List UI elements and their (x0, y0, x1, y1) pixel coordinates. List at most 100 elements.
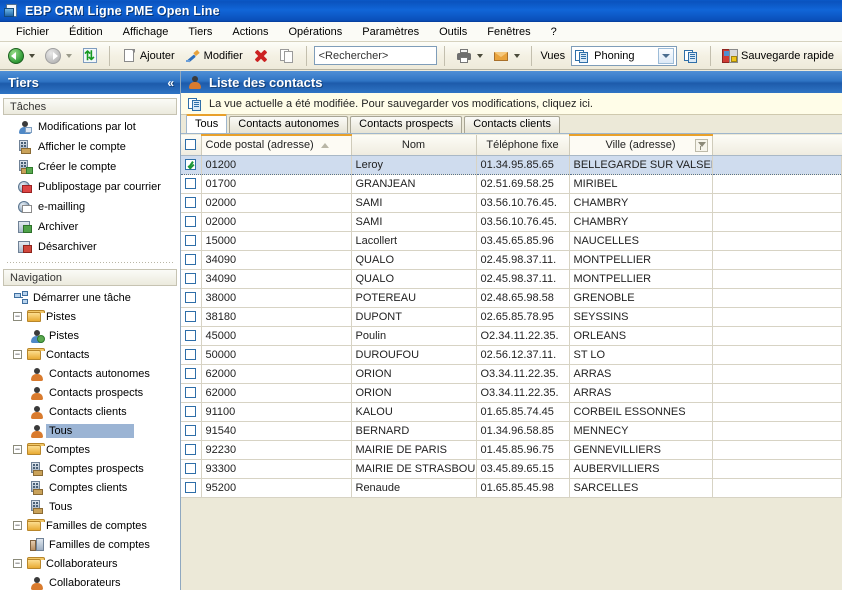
sidebar-item-collaborateurs-folder[interactable]: − Collaborateurs (3, 554, 177, 573)
column-header-ville[interactable]: Ville (adresse) (569, 135, 712, 155)
row-checkbox[interactable] (185, 406, 196, 417)
column-header-telephone-fixe[interactable]: Téléphone fixe (476, 135, 569, 155)
back-button[interactable] (4, 45, 39, 67)
menu-edition[interactable]: Édition (59, 24, 113, 40)
row-checkbox[interactable] (185, 178, 196, 189)
row-checkbox[interactable] (185, 444, 196, 455)
expander-minus-icon[interactable]: − (13, 559, 22, 568)
menu-operations[interactable]: Opérations (278, 24, 352, 40)
sidebar-item-pistes[interactable]: Pistes (3, 326, 177, 345)
table-row[interactable]: 01700 GRANJEAN 02.51.69.58.25 MIRIBEL (181, 174, 842, 193)
row-checkbox-cell[interactable] (181, 155, 201, 174)
sidebar-item-contacts-prospects[interactable]: Contacts prospects (3, 383, 177, 402)
menu-help[interactable]: ? (541, 24, 567, 40)
row-checkbox[interactable] (185, 311, 196, 322)
table-row[interactable]: 15000 Lacollert 03.45.65.85.96 NAUCELLES (181, 231, 842, 250)
column-header-code-postal[interactable]: Code postal (adresse) (201, 135, 351, 155)
menu-fenetres[interactable]: Fenêtres (477, 24, 540, 40)
row-checkbox-cell[interactable] (181, 174, 201, 193)
table-row[interactable]: 91100 KALOU 01.65.85.74.45 CORBEIL ESSON… (181, 402, 842, 421)
row-checkbox-cell[interactable] (181, 250, 201, 269)
sidebar-task-creer-le-compte[interactable]: Créer le compte (3, 157, 177, 177)
print-dropdown-caret[interactable] (477, 54, 483, 58)
table-row[interactable]: 34090 QUALO 02.45.98.37.11. MONTPELLIER (181, 269, 842, 288)
forward-button[interactable] (41, 45, 76, 67)
tab-contacts-clients[interactable]: Contacts clients (464, 116, 560, 133)
modify-button[interactable]: Modifier (181, 45, 247, 67)
expander-minus-icon[interactable]: − (13, 445, 22, 454)
mail-button[interactable] (489, 45, 524, 67)
table-row[interactable]: 93300 MAIRIE DE STRASBOURG 03.45.89.65.1… (181, 459, 842, 478)
view-modified-notice[interactable]: La vue actuelle a été modifiée. Pour sau… (181, 93, 842, 115)
sidebar-item-pistes-folder[interactable]: − Pistes (3, 307, 177, 326)
expander-minus-icon[interactable]: − (13, 312, 22, 321)
table-row[interactable]: 62000 ORION O3.34.11.22.35. ARRAS (181, 383, 842, 402)
row-checkbox[interactable] (185, 330, 196, 341)
table-row[interactable]: 01200 Leroy 01.34.95.85.65 BELLEGARDE SU… (181, 155, 842, 174)
row-checkbox[interactable] (185, 197, 196, 208)
row-checkbox[interactable] (185, 425, 196, 436)
row-checkbox-cell[interactable] (181, 383, 201, 402)
table-row[interactable]: 38000 POTEREAU 02.48.65.98.58 GRENOBLE (181, 288, 842, 307)
row-checkbox[interactable] (185, 159, 196, 170)
sidebar-task-desarchiver[interactable]: Désarchiver (3, 237, 177, 257)
menu-actions[interactable]: Actions (222, 24, 278, 40)
row-checkbox-cell[interactable] (181, 231, 201, 250)
mail-dropdown-caret[interactable] (514, 54, 520, 58)
sidebar-task-e-mailling[interactable]: e-mailling (3, 197, 177, 217)
row-checkbox[interactable] (185, 216, 196, 227)
row-checkbox-cell[interactable] (181, 421, 201, 440)
table-row[interactable]: 45000 Poulin O2.34.11.22.35. ORLEANS (181, 326, 842, 345)
column-header-nom[interactable]: Nom (351, 135, 476, 155)
sidebar-task-modifications-par-lot[interactable]: Modifications par lot (3, 117, 177, 137)
collapse-chevrons-icon[interactable]: « (167, 76, 174, 90)
tab-contacts-prospects[interactable]: Contacts prospects (350, 116, 462, 133)
sidebar-item-familles-de-comptes[interactable]: Familles de comptes (3, 535, 177, 554)
forward-dropdown-caret[interactable] (66, 54, 72, 58)
row-checkbox-cell[interactable] (181, 364, 201, 383)
row-checkbox-cell[interactable] (181, 345, 201, 364)
expander-minus-icon[interactable]: − (13, 350, 22, 359)
sidebar-item-tous-contacts[interactable]: Tous (3, 421, 177, 440)
duplicate-button[interactable] (275, 45, 299, 67)
tab-contacts-autonomes[interactable]: Contacts autonomes (229, 116, 348, 133)
table-row[interactable]: 92230 MAIRIE DE PARIS 01.45.85.96.75 GEN… (181, 440, 842, 459)
table-row[interactable]: 34090 QUALO 02.45.98.37.11. MONTPELLIER (181, 250, 842, 269)
view-copy-button[interactable] (679, 45, 703, 67)
row-checkbox[interactable] (185, 235, 196, 246)
tab-tous[interactable]: Tous (186, 114, 227, 133)
sidebar-item-comptes-prospects[interactable]: Comptes prospects (3, 459, 177, 478)
sidebar-item-comptes-folder[interactable]: − Comptes (3, 440, 177, 459)
row-checkbox[interactable] (185, 349, 196, 360)
row-checkbox[interactable] (185, 254, 196, 265)
sidebar-item-tous-comptes[interactable]: Tous (3, 497, 177, 516)
row-checkbox-cell[interactable] (181, 193, 201, 212)
table-row[interactable]: 50000 DUROUFOU 02.56.12.37.11. ST LO (181, 345, 842, 364)
sidebar-task-archiver[interactable]: Archiver (3, 217, 177, 237)
sidebar-item-demarrer-une-tache[interactable]: Démarrer une tâche (3, 288, 177, 307)
row-checkbox-cell[interactable] (181, 269, 201, 288)
row-checkbox[interactable] (185, 368, 196, 379)
table-row[interactable]: 38180 DUPONT 02.65.85.78.95 SEYSSINS (181, 307, 842, 326)
back-dropdown-caret[interactable] (29, 54, 35, 58)
search-input[interactable]: <Rechercher> (314, 46, 437, 65)
row-checkbox-cell[interactable] (181, 326, 201, 345)
menu-tiers[interactable]: Tiers (178, 24, 222, 40)
row-checkbox[interactable] (185, 292, 196, 303)
row-checkbox-cell[interactable] (181, 440, 201, 459)
row-checkbox-cell[interactable] (181, 288, 201, 307)
table-row[interactable]: 62000 ORION O3.34.11.22.35. ARRAS (181, 364, 842, 383)
refresh-button[interactable]: ⇅ (78, 45, 102, 67)
sidebar-item-comptes-clients[interactable]: Comptes clients (3, 478, 177, 497)
sidebar-item-contacts-autonomes[interactable]: Contacts autonomes (3, 364, 177, 383)
table-row[interactable]: 91540 BERNARD 01.34.96.58.85 MENNECY (181, 421, 842, 440)
table-row[interactable]: 02000 SAMI 03.56.10.76.45. CHAMBRY (181, 193, 842, 212)
select-all-header[interactable] (181, 135, 201, 155)
expander-minus-icon[interactable]: − (13, 521, 22, 530)
sidebar-item-contacts-folder[interactable]: − Contacts (3, 345, 177, 364)
column-filter-icon[interactable] (695, 139, 708, 152)
sidebar-item-collaborateurs[interactable]: Collaborateurs (3, 573, 177, 590)
row-checkbox-cell[interactable] (181, 402, 201, 421)
print-button[interactable] (452, 45, 487, 67)
delete-button[interactable] (249, 45, 273, 67)
